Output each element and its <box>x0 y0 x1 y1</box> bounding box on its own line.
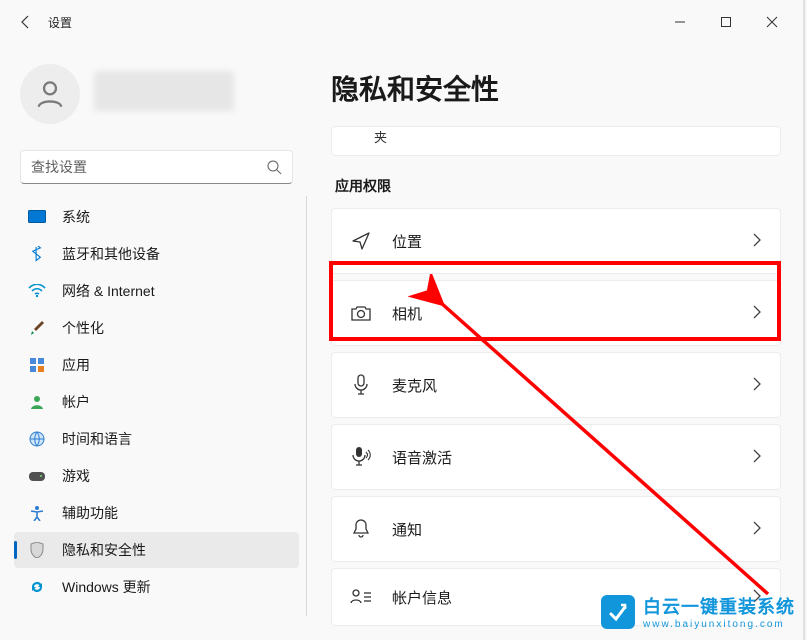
sidebar-item-label: Windows 更新 <box>62 577 151 597</box>
minimize-button[interactable] <box>657 7 703 37</box>
sidebar-item-apps[interactable]: 应用 <box>14 347 299 383</box>
chevron-right-icon <box>752 305 762 322</box>
titlebar: 设置 <box>0 0 803 44</box>
globe-icon <box>28 430 46 448</box>
shield-icon <box>28 541 46 559</box>
camera-icon <box>350 304 372 322</box>
sidebar-item-label: 应用 <box>62 355 90 375</box>
voice-icon <box>350 446 372 468</box>
close-button[interactable] <box>749 7 795 37</box>
watermark: 白云一键重装系统 www.baiyunxitong.com <box>593 589 803 634</box>
back-button[interactable] <box>8 4 44 40</box>
update-icon <box>28 578 46 596</box>
watermark-logo <box>601 595 635 629</box>
chevron-right-icon <box>752 233 762 250</box>
sidebar-item-label: 时间和语言 <box>62 429 132 449</box>
chevron-right-icon <box>752 449 762 466</box>
search-placeholder: 查找设置 <box>31 157 266 177</box>
account-icon <box>28 393 46 411</box>
location-icon <box>350 231 372 251</box>
sidebar: 查找设置 系统 蓝牙和其他设备 网络 & Internet <box>0 44 305 640</box>
bluetooth-icon <box>28 245 46 263</box>
sidebar-item-gaming[interactable]: 游戏 <box>14 458 299 494</box>
sidebar-item-privacy[interactable]: 隐私和安全性 <box>14 532 299 568</box>
search-input[interactable]: 查找设置 <box>20 150 293 184</box>
wifi-icon <box>28 282 46 300</box>
sidebar-item-label: 系统 <box>62 207 90 227</box>
card-label: 语音激活 <box>392 447 732 468</box>
sidebar-item-bluetooth[interactable]: 蓝牙和其他设备 <box>14 236 299 272</box>
gaming-icon <box>28 467 46 485</box>
sidebar-item-network[interactable]: 网络 & Internet <box>14 273 299 309</box>
sidebar-item-label: 蓝牙和其他设备 <box>62 244 160 264</box>
brush-icon <box>28 319 46 337</box>
maximize-button[interactable] <box>703 7 749 37</box>
user-name-redacted <box>94 71 234 111</box>
page-title: 隐私和安全性 <box>331 68 781 108</box>
search-icon <box>266 159 282 175</box>
card-label: 位置 <box>392 231 732 252</box>
window-title: 设置 <box>48 14 72 31</box>
apps-icon <box>28 356 46 374</box>
previous-card-stub[interactable]: 夹 <box>331 126 781 156</box>
sidebar-item-label: 辅助功能 <box>62 503 118 523</box>
user-profile[interactable] <box>12 52 301 144</box>
sidebar-item-label: 个性化 <box>62 318 104 338</box>
chevron-right-icon <box>752 521 762 538</box>
card-microphone[interactable]: 麦克风 <box>331 352 781 418</box>
sidebar-item-label: 游戏 <box>62 466 90 486</box>
watermark-url: www.baiyunxitong.com <box>643 619 795 630</box>
microphone-icon <box>350 374 372 396</box>
sidebar-item-accessibility[interactable]: 辅助功能 <box>14 495 299 531</box>
card-camera[interactable]: 相机 <box>331 280 781 346</box>
sidebar-divider <box>306 196 307 616</box>
sidebar-item-accounts[interactable]: 帐户 <box>14 384 299 420</box>
sidebar-item-personalization[interactable]: 个性化 <box>14 310 299 346</box>
card-location[interactable]: 位置 <box>331 208 781 274</box>
sidebar-item-time-language[interactable]: 时间和语言 <box>14 421 299 457</box>
card-notifications[interactable]: 通知 <box>331 496 781 562</box>
card-label: 相机 <box>392 303 732 324</box>
sidebar-item-label: 隐私和安全性 <box>62 540 146 560</box>
chevron-right-icon <box>752 377 762 394</box>
account-info-icon <box>350 588 372 606</box>
card-label: 麦克风 <box>392 375 732 396</box>
sidebar-item-system[interactable]: 系统 <box>14 199 299 235</box>
sidebar-item-windows-update[interactable]: Windows 更新 <box>14 569 299 605</box>
watermark-brand: 白云一键重装系统 <box>643 593 795 619</box>
sidebar-item-label: 帐户 <box>62 392 90 412</box>
avatar <box>20 64 80 124</box>
system-icon <box>28 208 46 226</box>
bell-icon <box>350 519 372 539</box>
accessibility-icon <box>28 504 46 522</box>
card-voice-activation[interactable]: 语音激活 <box>331 424 781 490</box>
section-heading: 应用权限 <box>335 176 781 196</box>
sidebar-item-label: 网络 & Internet <box>62 281 155 301</box>
card-label: 通知 <box>392 519 732 540</box>
main-panel: 隐私和安全性 夹 应用权限 位置 相机 麦克风 <box>305 44 803 640</box>
